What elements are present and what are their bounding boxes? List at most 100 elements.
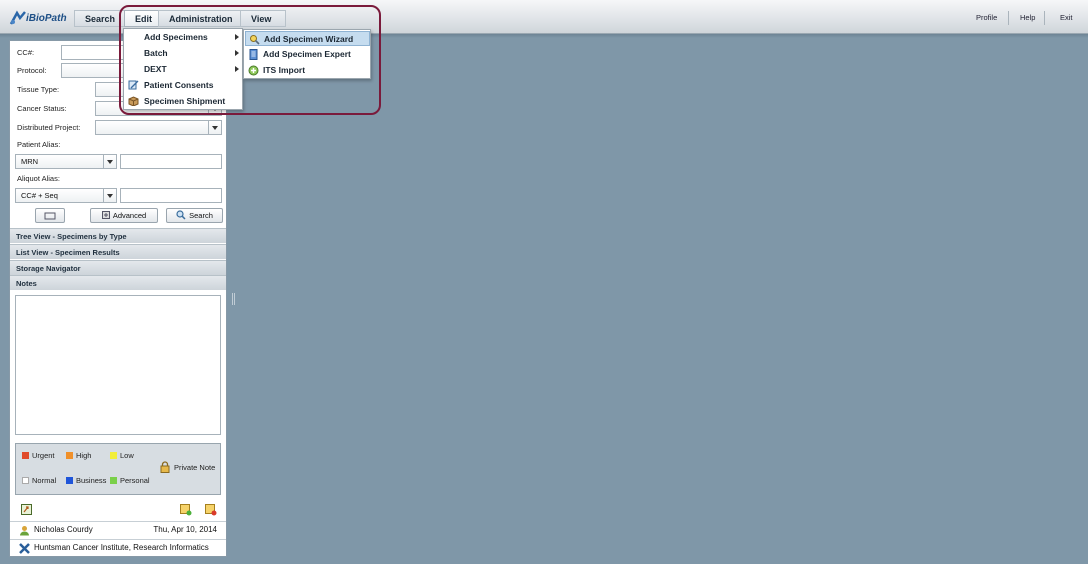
patient-alias-type-value: MRN bbox=[21, 157, 39, 166]
legend-normal: Normal bbox=[22, 476, 57, 485]
menu-item-batch[interactable]: Batch bbox=[124, 45, 242, 61]
menu-view[interactable]: View bbox=[240, 10, 286, 27]
tissue-type-label: Tissue Type: bbox=[17, 85, 60, 94]
cc-label: CC#: bbox=[17, 48, 35, 57]
clear-button[interactable] bbox=[35, 208, 65, 223]
institution-name: Huntsman Cancer Institute, Research Info… bbox=[34, 543, 209, 552]
logo-icon bbox=[9, 10, 26, 25]
accordion-tree-view[interactable]: Tree View - Specimens by Type bbox=[10, 228, 226, 243]
advanced-icon bbox=[101, 211, 110, 219]
logo-text: iBioPath bbox=[26, 13, 67, 24]
advanced-button-label: Advanced bbox=[112, 211, 147, 220]
profile-link[interactable]: Profile bbox=[976, 13, 997, 22]
submenu-item-its-import[interactable]: ITS Import bbox=[245, 63, 370, 78]
legend-low-label: Low bbox=[120, 451, 134, 460]
search-button[interactable]: Search bbox=[166, 208, 223, 223]
institution-row: Huntsman Cancer Institute, Research Info… bbox=[10, 539, 226, 556]
chevron-right-icon bbox=[235, 66, 239, 72]
cancer-status-label: Cancer Status: bbox=[17, 104, 67, 113]
aliquot-alias-input[interactable] bbox=[120, 188, 222, 203]
add-note-icon[interactable] bbox=[180, 504, 192, 516]
lock-icon bbox=[160, 461, 170, 473]
menu-item-label: DEXT bbox=[144, 64, 167, 74]
exit-link[interactable]: Exit bbox=[1060, 13, 1073, 22]
import-icon bbox=[248, 65, 259, 76]
aliquot-alias-label: Aliquot Alias: bbox=[17, 174, 60, 183]
protocol-label: Protocol: bbox=[17, 66, 47, 75]
chevron-down-icon bbox=[103, 155, 116, 168]
legend-urgent: Urgent bbox=[22, 451, 55, 460]
legend-personal: Personal bbox=[110, 476, 150, 485]
search-icon bbox=[176, 210, 186, 220]
box-icon bbox=[128, 96, 139, 106]
document-icon bbox=[249, 49, 258, 60]
accordion-list-view[interactable]: List View - Specimen Results bbox=[10, 244, 226, 259]
legend-low: Low bbox=[110, 451, 134, 460]
personal-swatch bbox=[110, 477, 117, 484]
eraser-icon bbox=[44, 212, 56, 220]
export-icon[interactable] bbox=[21, 504, 32, 515]
user-icon bbox=[20, 526, 29, 536]
consent-icon bbox=[128, 80, 139, 90]
menu-item-dext[interactable]: DEXT bbox=[124, 61, 242, 77]
submenu-item-label: Add Specimen Expert bbox=[263, 49, 351, 59]
submenu-item-label: Add Specimen Wizard bbox=[264, 34, 354, 44]
aliquot-alias-type-value: CC# + Seq bbox=[21, 191, 58, 200]
legend-business: Business bbox=[66, 476, 107, 485]
menu-item-label: Patient Consents bbox=[144, 80, 214, 90]
legend-business-label: Business bbox=[76, 476, 107, 485]
notes-textarea[interactable] bbox=[15, 295, 221, 435]
menu-item-add-specimens[interactable]: Add Specimens bbox=[124, 29, 242, 45]
notes-legend: Urgent High Low Normal Business Personal… bbox=[15, 443, 221, 495]
user-name: Nicholas Courdy bbox=[34, 525, 93, 534]
menu-item-label: Batch bbox=[144, 48, 168, 58]
add-specimens-submenu: Add Specimen Wizard Add Specimen Expert … bbox=[243, 29, 371, 79]
search-panel: CC#: Protocol: Tissue Type: Cancer Statu… bbox=[9, 40, 227, 557]
delete-note-icon[interactable] bbox=[205, 504, 217, 516]
accordion-storage-navigator[interactable]: Storage Navigator bbox=[10, 260, 226, 275]
aliquot-alias-type-select[interactable]: CC# + Seq bbox=[15, 188, 117, 203]
patient-alias-input[interactable] bbox=[120, 154, 222, 169]
business-swatch bbox=[66, 477, 73, 484]
menu-item-label: Add Specimens bbox=[144, 32, 208, 42]
legend-urgent-label: Urgent bbox=[32, 451, 55, 460]
menu-item-patient-consents[interactable]: Patient Consents bbox=[124, 77, 242, 93]
legend-high-label: High bbox=[76, 451, 92, 460]
chevron-right-icon bbox=[235, 34, 239, 40]
urgent-swatch bbox=[22, 452, 29, 459]
menu-search[interactable]: Search bbox=[74, 10, 127, 27]
advanced-button[interactable]: Advanced bbox=[90, 208, 158, 223]
submenu-item-label: ITS Import bbox=[263, 65, 306, 75]
divider bbox=[1044, 11, 1045, 25]
chevron-down-icon bbox=[208, 121, 221, 134]
legend-personal-label: Personal bbox=[120, 476, 150, 485]
search-button-label: Search bbox=[189, 211, 213, 220]
user-row: Nicholas Courdy Thu, Apr 10, 2014 bbox=[10, 521, 226, 538]
menu-administration[interactable]: Administration bbox=[158, 10, 244, 27]
current-date: Thu, Apr 10, 2014 bbox=[153, 525, 217, 534]
app-logo[interactable]: iBioPath bbox=[9, 10, 67, 26]
menu-item-label: Specimen Shipment bbox=[144, 96, 226, 106]
chevron-right-icon bbox=[235, 50, 239, 56]
submenu-item-add-specimen-wizard[interactable]: Add Specimen Wizard bbox=[245, 31, 370, 46]
patient-alias-type-select[interactable]: MRN bbox=[15, 154, 117, 169]
institution-logo-icon bbox=[19, 543, 30, 554]
help-link[interactable]: Help bbox=[1020, 13, 1035, 22]
wizard-icon bbox=[250, 35, 260, 45]
patient-alias-label: Patient Alias: bbox=[17, 140, 61, 149]
edit-dropdown-menu: Add Specimens Batch DEXT Patient Consent… bbox=[123, 28, 243, 110]
legend-normal-label: Normal bbox=[32, 476, 57, 485]
distributed-project-label: Distributed Project: bbox=[17, 123, 81, 132]
legend-high: High bbox=[66, 451, 92, 460]
distributed-project-select[interactable] bbox=[95, 120, 222, 135]
accordion-notes[interactable]: Notes bbox=[10, 275, 226, 290]
normal-swatch bbox=[22, 477, 29, 484]
low-swatch bbox=[110, 452, 117, 459]
chevron-down-icon bbox=[103, 189, 116, 202]
menu-item-specimen-shipment[interactable]: Specimen Shipment bbox=[124, 93, 242, 109]
submenu-item-add-specimen-expert[interactable]: Add Specimen Expert bbox=[245, 47, 370, 62]
divider bbox=[1008, 11, 1009, 25]
private-note-label: Private Note bbox=[174, 463, 216, 472]
high-swatch bbox=[66, 452, 73, 459]
panel-splitter-handle[interactable] bbox=[232, 293, 235, 305]
